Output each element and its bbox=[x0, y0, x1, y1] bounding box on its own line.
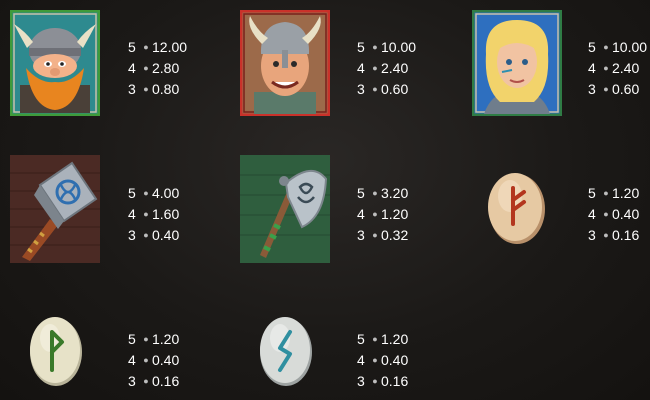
pay-row: 4 ● 2.40 bbox=[588, 59, 640, 76]
bullet-icon: ● bbox=[372, 187, 378, 198]
pay-row: 4 ● 0.40 bbox=[588, 205, 640, 222]
viking-chief-icon bbox=[10, 10, 100, 116]
bullet-icon: ● bbox=[143, 41, 149, 52]
bullet-icon: ● bbox=[603, 62, 609, 73]
pay-row: 4 ● 2.80 bbox=[128, 59, 180, 76]
rune-fehu-icon bbox=[486, 168, 548, 246]
pay-row: 4 ● 1.60 bbox=[128, 205, 180, 222]
paytable-chief-pays: 5 ● 12.00 4 ● 2.80 3 ● 0.80 bbox=[128, 36, 187, 99]
bullet-icon: ● bbox=[603, 187, 609, 198]
bullet-icon: ● bbox=[603, 208, 609, 219]
paytable-rune-fehu-pays: 5 ● 1.20 4 ● 0.40 3 ● 0.16 bbox=[588, 182, 639, 245]
bullet-icon: ● bbox=[143, 208, 149, 219]
bullet-icon: ● bbox=[372, 229, 378, 240]
pay-row: 4 ● 2.40 bbox=[357, 59, 409, 76]
bullet-icon: ● bbox=[143, 333, 149, 344]
pay-row: 3 ● 0.16 bbox=[588, 226, 640, 243]
pay-row: 3 ● 0.40 bbox=[128, 226, 180, 243]
pay-row: 3 ● 0.16 bbox=[357, 372, 409, 389]
pay-row: 5 ● 10.00 bbox=[588, 38, 648, 55]
pay-row: 4 ● 0.40 bbox=[128, 351, 180, 368]
bullet-icon: ● bbox=[372, 208, 378, 219]
rune-wunjo-icon bbox=[28, 312, 84, 388]
bullet-icon: ● bbox=[603, 83, 609, 94]
bullet-icon: ● bbox=[372, 375, 378, 386]
bullet-icon: ● bbox=[143, 187, 149, 198]
pay-row: 3 ● 0.60 bbox=[357, 80, 409, 97]
bullet-icon: ● bbox=[603, 229, 609, 240]
bullet-icon: ● bbox=[143, 229, 149, 240]
bullet-icon: ● bbox=[143, 375, 149, 386]
bullet-icon: ● bbox=[372, 354, 378, 365]
pay-row: 5 ● 1.20 bbox=[357, 330, 409, 347]
hammer-icon bbox=[10, 155, 100, 263]
pay-row: 5 ● 3.20 bbox=[357, 184, 409, 201]
pay-row: 3 ● 0.16 bbox=[128, 372, 180, 389]
bullet-icon: ● bbox=[143, 354, 149, 365]
pay-row: 5 ● 12.00 bbox=[128, 38, 188, 55]
axe-icon bbox=[240, 155, 330, 263]
pay-row: 5 ● 1.20 bbox=[128, 330, 180, 347]
bullet-icon: ● bbox=[143, 62, 149, 73]
paytable-rune-wunjo-pays: 5 ● 1.20 4 ● 0.40 3 ● 0.16 bbox=[128, 328, 179, 391]
rune-sowilo-icon bbox=[258, 312, 314, 388]
paytable-axe-pays: 5 ● 3.20 4 ● 1.20 3 ● 0.32 bbox=[357, 182, 408, 245]
shieldmaiden-icon bbox=[472, 10, 562, 116]
bullet-icon: ● bbox=[143, 83, 149, 94]
paytable-hammer-pays: 5 ● 4.00 4 ● 1.60 3 ● 0.40 bbox=[128, 182, 179, 245]
pay-row: 4 ● 0.40 bbox=[357, 351, 409, 368]
pay-row: 4 ● 1.20 bbox=[357, 205, 409, 222]
paytable-shieldmaiden-pays: 5 ● 10.00 4 ● 2.40 3 ● 0.60 bbox=[588, 36, 647, 99]
pay-row: 3 ● 0.32 bbox=[357, 226, 409, 243]
bullet-icon: ● bbox=[603, 41, 609, 52]
bullet-icon: ● bbox=[372, 333, 378, 344]
bullet-icon: ● bbox=[372, 41, 378, 52]
pay-row: 5 ● 10.00 bbox=[357, 38, 417, 55]
pay-row: 5 ● 4.00 bbox=[128, 184, 180, 201]
pay-row: 3 ● 0.80 bbox=[128, 80, 180, 97]
pay-row: 5 ● 1.20 bbox=[588, 184, 640, 201]
paytable-warrior-pays: 5 ● 10.00 4 ● 2.40 3 ● 0.60 bbox=[357, 36, 416, 99]
bullet-icon: ● bbox=[372, 62, 378, 73]
paytable-rune-sowilo-pays: 5 ● 1.20 4 ● 0.40 3 ● 0.16 bbox=[357, 328, 408, 391]
bullet-icon: ● bbox=[372, 83, 378, 94]
viking-warrior-icon bbox=[240, 10, 330, 116]
pay-row: 3 ● 0.60 bbox=[588, 80, 640, 97]
